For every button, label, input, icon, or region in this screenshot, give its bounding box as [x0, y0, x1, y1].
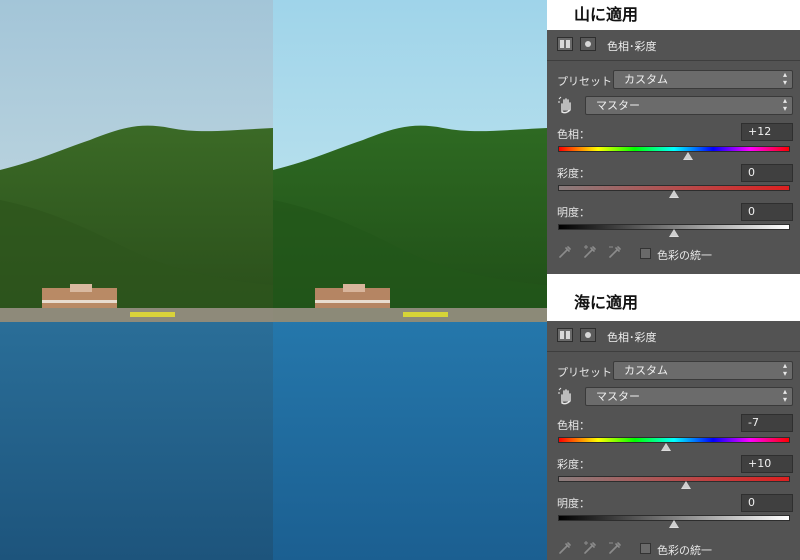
- lightness-label: 明度：: [557, 206, 590, 219]
- channel-select[interactable]: マスター ▴ ▾: [585, 96, 793, 115]
- eyedropper-subtract-icon[interactable]: [607, 540, 623, 556]
- lightness-slider-thumb[interactable]: [669, 229, 679, 237]
- lightness-value-field[interactable]: 0: [741, 494, 793, 512]
- adjustment-layer-icon[interactable]: [557, 328, 573, 342]
- hue-slider-track[interactable]: [558, 146, 790, 152]
- eyedropper-icon[interactable]: [557, 540, 573, 556]
- panel-header: 色相･彩度: [547, 30, 800, 61]
- saturation-value-field[interactable]: +10: [741, 455, 793, 473]
- channel-value: マスター: [596, 99, 640, 112]
- saturation-slider-thumb[interactable]: [669, 190, 679, 198]
- panel-title: 色相･彩度: [607, 40, 657, 53]
- lightness-label: 明度：: [557, 497, 590, 510]
- mask-icon[interactable]: [580, 328, 596, 342]
- panel-title: 色相･彩度: [607, 331, 657, 344]
- lightness-slider-thumb[interactable]: [669, 520, 679, 528]
- landscape-image-before: [0, 0, 273, 560]
- colorize-label: 色彩の統一: [657, 544, 712, 557]
- adjustment-layer-icon[interactable]: [557, 37, 573, 51]
- hue-value-field[interactable]: +12: [741, 123, 793, 141]
- hue-label: 色相：: [557, 419, 590, 432]
- saturation-slider-track[interactable]: [558, 476, 790, 482]
- hue-slider-thumb[interactable]: [660, 443, 671, 451]
- saturation-slider-thumb[interactable]: [680, 481, 691, 489]
- saturation-label: 彩度：: [557, 458, 590, 471]
- panel-header: 色相･彩度: [547, 321, 800, 352]
- preset-value: カスタム: [624, 73, 668, 86]
- eyedropper-subtract-icon[interactable]: [607, 244, 623, 260]
- hue-saturation-panel-mountain: 色相･彩度 プリセット： カスタム ▴ ▾ マスター ▴ ▾ 色相： +12 彩度：…: [547, 30, 800, 274]
- targeted-adjustment-hand-icon[interactable]: [557, 96, 575, 114]
- hue-label: 色相：: [557, 128, 590, 141]
- lightness-value-field[interactable]: 0: [741, 203, 793, 221]
- caption-sea: 海に適用: [547, 288, 800, 318]
- targeted-adjustment-hand-icon[interactable]: [557, 387, 575, 405]
- preset-select[interactable]: カスタム ▴ ▾: [613, 361, 793, 380]
- photo-after: [273, 0, 547, 560]
- eyedropper-add-icon[interactable]: [582, 244, 598, 260]
- colorize-checkbox[interactable]: [640, 543, 651, 554]
- channel-select[interactable]: マスター ▴ ▾: [585, 387, 793, 406]
- updown-arrows-icon: ▴ ▾: [782, 70, 787, 87]
- saturation-value-field[interactable]: 0: [741, 164, 793, 182]
- hue-value-field[interactable]: -7: [741, 414, 793, 432]
- channel-value: マスター: [596, 390, 640, 403]
- updown-arrows-icon: ▴ ▾: [782, 387, 787, 404]
- saturation-label: 彩度：: [557, 167, 590, 180]
- colorize-label: 色彩の統一: [657, 249, 712, 262]
- eyedropper-icon[interactable]: [557, 244, 573, 260]
- eyedropper-add-icon[interactable]: [582, 540, 598, 556]
- hue-slider-track[interactable]: [558, 437, 790, 443]
- updown-arrows-icon: ▴ ▾: [782, 361, 787, 378]
- photo-before: [0, 0, 273, 560]
- updown-arrows-icon: ▴ ▾: [782, 96, 787, 113]
- preset-value: カスタム: [624, 364, 668, 377]
- caption-mountain: 山に適用: [547, 0, 800, 30]
- landscape-image-after: [273, 0, 547, 560]
- hue-slider-thumb[interactable]: [682, 152, 693, 160]
- preset-select[interactable]: カスタム ▴ ▾: [613, 70, 793, 89]
- mask-icon[interactable]: [580, 37, 596, 51]
- colorize-checkbox[interactable]: [640, 248, 651, 259]
- hue-saturation-panel-sea: 色相･彩度 プリセット： カスタム ▴ ▾ マスター ▴ ▾ 色相： -7 彩度： …: [547, 321, 800, 560]
